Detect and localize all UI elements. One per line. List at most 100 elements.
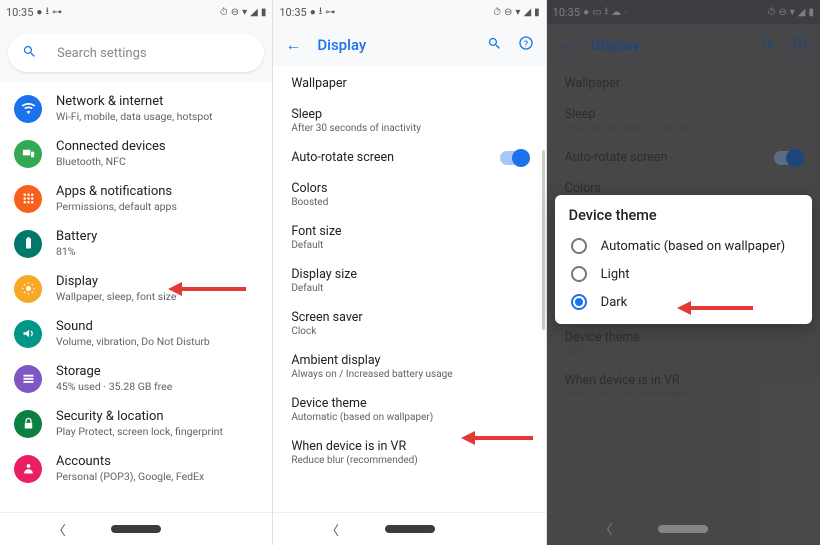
status-time: 10:35 (279, 6, 306, 19)
option-title: Screen saver (291, 310, 527, 325)
signal-icon: ◢ (523, 7, 531, 18)
svg-text:?: ? (524, 39, 528, 49)
option-title: Sleep (291, 107, 527, 122)
option-title: Device theme (291, 396, 527, 411)
radio-icon (571, 294, 587, 310)
display-icon (14, 275, 42, 303)
settings-row-sound[interactable]: SoundVolume, vibration, Do Not Disturb (0, 311, 272, 356)
search-placeholder: Search settings (57, 46, 147, 61)
settings-row-apps[interactable]: Apps & notificationsPermissions, default… (0, 176, 272, 221)
theme-option[interactable]: Automatic (based on wallpaper) (569, 232, 798, 260)
display-option[interactable]: Wallpaper (273, 68, 545, 99)
display-option[interactable]: Font sizeDefault (273, 216, 545, 259)
account-icon (14, 455, 42, 483)
settings-subtitle: Wallpaper, sleep, font size (56, 290, 258, 303)
theme-option[interactable]: Light (569, 260, 798, 288)
settings-title: Sound (56, 319, 258, 334)
option-subtitle: Default (291, 240, 527, 251)
dialog-title: Device theme (569, 207, 798, 224)
chat-icon: ● (36, 7, 42, 18)
apps-icon (14, 185, 42, 213)
download-icon: ⭳ (319, 4, 323, 21)
settings-subtitle: 81% (56, 245, 258, 258)
option-title: Colors (291, 181, 527, 196)
search-icon[interactable] (487, 36, 502, 55)
display-option-auto-rotate[interactable]: Auto-rotate screen (273, 142, 545, 173)
settings-subtitle: Volume, vibration, Do Not Disturb (56, 335, 258, 348)
appbar-title: Display (317, 36, 366, 54)
status-time: 10:35 (6, 6, 33, 19)
settings-subtitle: Wi-Fi, mobile, data usage, hotspot (56, 110, 258, 123)
back-icon[interactable]: ← (285, 35, 301, 55)
dnd-icon: ⊖ (231, 7, 239, 18)
nav-back[interactable]: 〈 (326, 520, 339, 539)
display-option[interactable]: SleepAfter 30 seconds of inactivity (273, 99, 545, 142)
settings-subtitle: Permissions, default apps (56, 200, 258, 213)
sound-icon (14, 320, 42, 348)
radio-icon (571, 266, 587, 282)
help-icon[interactable]: ? (518, 35, 534, 55)
display-option[interactable]: Ambient displayAlways on / Increased bat… (273, 345, 545, 388)
devices-icon (14, 140, 42, 168)
settings-title: Storage (56, 364, 258, 379)
radio-label: Light (601, 267, 630, 282)
theme-option[interactable]: Dark (569, 288, 798, 316)
battery-icon: ▮ (534, 7, 540, 18)
search-settings[interactable]: Search settings (8, 34, 264, 72)
settings-row-devices[interactable]: Connected devicesBluetooth, NFC (0, 131, 272, 176)
display-option[interactable]: When device is in VRReduce blur (recomme… (273, 431, 545, 474)
settings-subtitle: Personal (POP3), Google, FedEx (56, 470, 258, 483)
radio-label: Dark (601, 295, 628, 310)
display-option[interactable]: Screen saverClock (273, 302, 545, 345)
alarm-icon: ⏱ (493, 7, 501, 18)
nav-home-pill[interactable] (385, 525, 435, 533)
option-subtitle: Clock (291, 326, 527, 337)
status-bar: 10:35 ● ⭳ ⊶ ⏱ ⊖ ▾ ◢ ▮ (273, 0, 545, 24)
settings-row-wifi[interactable]: Network & internetWi-Fi, mobile, data us… (0, 86, 272, 131)
display-settings-pane: 10:35 ● ⭳ ⊶ ⏱ ⊖ ▾ ◢ ▮ ← Display ? (273, 0, 546, 545)
scrollbar[interactable] (542, 150, 545, 330)
alarm-icon: ⏱ (220, 7, 228, 18)
option-subtitle: Automatic (based on wallpaper) (291, 412, 527, 423)
settings-title: Display (56, 274, 258, 289)
app-bar: ← Display ? (273, 24, 545, 66)
option-title: Font size (291, 224, 527, 239)
option-subtitle: After 30 seconds of inactivity (291, 123, 527, 134)
settings-row-account[interactable]: AccountsPersonal (POP3), Google, FedEx (0, 446, 272, 491)
chat-icon: ● (310, 7, 316, 18)
display-option[interactable]: Device themeAutomatic (based on wallpape… (273, 388, 545, 431)
settings-title: Network & internet (56, 94, 258, 109)
battery-icon (14, 230, 42, 258)
option-title: Wallpaper (291, 76, 527, 91)
settings-row-lock[interactable]: Security & locationPlay Protect, screen … (0, 401, 272, 446)
settings-title: Security & location (56, 409, 258, 424)
nav-back[interactable]: 〈 (53, 520, 66, 539)
toggle-switch[interactable] (500, 151, 528, 165)
option-title: Auto-rotate screen (291, 150, 394, 165)
option-subtitle: Default (291, 283, 527, 294)
wifi-icon: ▾ (242, 7, 247, 18)
settings-row-display[interactable]: DisplayWallpaper, sleep, font size (0, 266, 272, 311)
settings-row-storage[interactable]: Storage45% used · 35.28 GB free (0, 356, 272, 401)
option-subtitle: Always on / Increased battery usage (291, 369, 527, 380)
settings-root-pane: 10:35 ● ⭳ ⊶ ⏱ ⊖ ▾ ◢ ▮ Search settings Ne… (0, 0, 273, 545)
option-title: Display size (291, 267, 527, 282)
signal-icon: ◢ (250, 7, 258, 18)
settings-row-battery[interactable]: Battery81% (0, 221, 272, 266)
nav-home-pill[interactable] (111, 525, 161, 533)
download-icon: ⭳ (45, 4, 49, 21)
settings-list[interactable]: Network & internetWi-Fi, mobile, data us… (0, 82, 272, 512)
option-subtitle: Reduce blur (recommended) (291, 455, 527, 466)
nav-bar: 〈 (0, 512, 272, 545)
display-option[interactable]: Display sizeDefault (273, 259, 545, 302)
settings-title: Accounts (56, 454, 258, 469)
option-title: When device is in VR (291, 439, 527, 454)
dnd-icon: ⊖ (504, 7, 512, 18)
device-theme-dialog: Device theme Automatic (based on wallpap… (555, 195, 812, 324)
display-options-list[interactable]: Wallpaper SleepAfter 30 seconds of inacti… (273, 66, 545, 512)
wifi-icon (14, 95, 42, 123)
nav-bar: 〈 (273, 512, 545, 545)
key-icon: ⊶ (325, 7, 335, 18)
settings-subtitle: Play Protect, screen lock, fingerprint (56, 425, 258, 438)
display-option[interactable]: ColorsBoosted (273, 173, 545, 216)
